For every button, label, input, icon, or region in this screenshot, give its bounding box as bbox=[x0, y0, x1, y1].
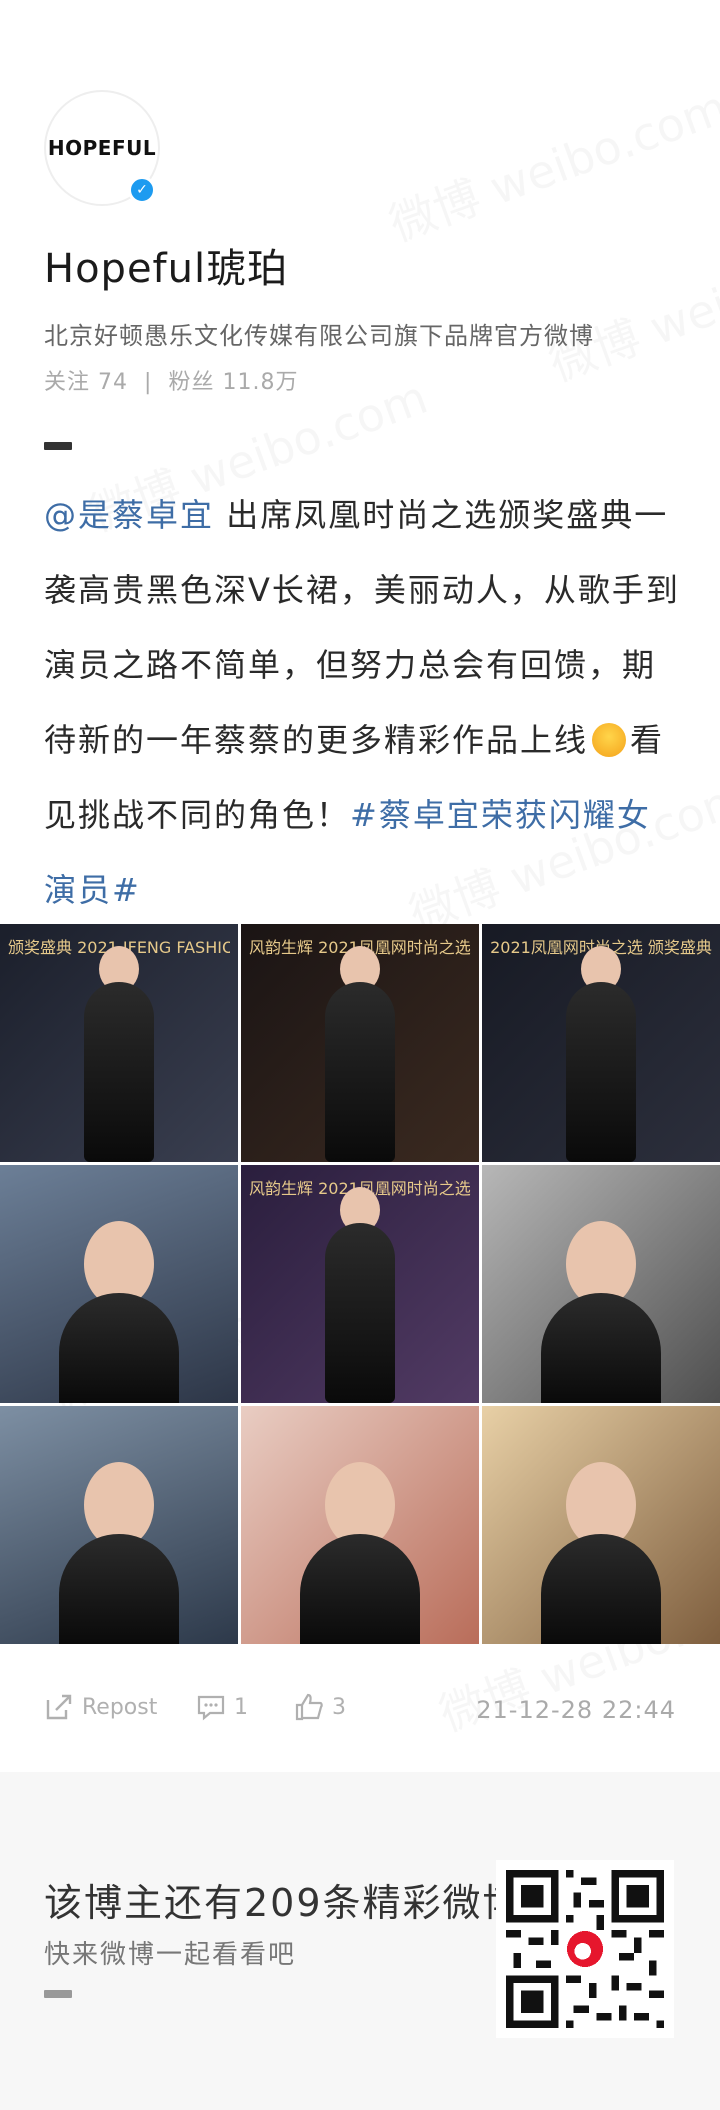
person-figure bbox=[300, 1534, 420, 1644]
followers-count[interactable]: 11.8万 bbox=[222, 370, 298, 395]
photo-thumbnail[interactable] bbox=[0, 1406, 238, 1644]
mention-link[interactable]: @是蔡卓宜 bbox=[44, 496, 214, 534]
post-text: @是蔡卓宜 出席凤凰时尚之选颁奖盛典一袭高贵黑色深V长裙，美丽动人，从歌手到演员… bbox=[44, 478, 684, 928]
comment-button[interactable]: 1 bbox=[196, 1692, 248, 1722]
footer-banner[interactable]: 该博主还有209条精彩微博 快来微博一起看看吧 bbox=[0, 1772, 720, 2110]
footer-divider bbox=[44, 1990, 72, 1998]
photo-thumbnail[interactable] bbox=[241, 1406, 479, 1644]
profile-name[interactable]: Hopeful琥珀 bbox=[44, 236, 288, 294]
person-figure bbox=[325, 982, 395, 1162]
photo-thumbnail[interactable]: 2021凤凰网时尚之选 颁奖盛典 bbox=[482, 924, 720, 1162]
post-actions: Repost 1 3 21-12-28 22:44 bbox=[44, 1692, 676, 1732]
photo-thumbnail[interactable]: 风韵生辉 2021凤凰网时尚之选颁奖盛典 bbox=[241, 1165, 479, 1403]
photo-thumbnail[interactable] bbox=[0, 1165, 238, 1403]
followers-label: 粉丝 bbox=[168, 370, 215, 395]
photo-thumbnail[interactable] bbox=[482, 1406, 720, 1644]
footer-title: 该博主还有209条精彩微博 bbox=[44, 1881, 523, 1925]
person-figure bbox=[541, 1534, 661, 1644]
comment-icon bbox=[197, 1695, 225, 1721]
person-figure bbox=[84, 982, 154, 1162]
comment-count: 1 bbox=[234, 1694, 248, 1720]
like-button[interactable]: 3 bbox=[294, 1692, 346, 1722]
thumbs-up-icon bbox=[295, 1693, 323, 1721]
person-figure bbox=[59, 1534, 179, 1644]
post-timestamp: 21-12-28 22:44 bbox=[476, 1696, 676, 1724]
footer-subtitle: 快来微博一起看看吧 bbox=[44, 1940, 297, 1970]
person-figure bbox=[541, 1293, 661, 1403]
qr-code-icon bbox=[506, 1870, 664, 2028]
repost-label: Repost bbox=[82, 1694, 158, 1720]
following-label: 关注 bbox=[44, 370, 91, 395]
photo-grid: 颁奖盛典 2021 IFENG FASHION CHOICE 风韵生辉 2021… bbox=[0, 924, 720, 1644]
verified-badge-icon: ✓ bbox=[128, 176, 156, 204]
watermark: 微博 weibo.com bbox=[539, 211, 720, 394]
section-divider bbox=[44, 442, 72, 450]
repost-icon bbox=[46, 1694, 72, 1720]
brand-logo: HOPEFUL bbox=[47, 136, 157, 160]
person-figure bbox=[566, 982, 636, 1162]
photo-thumbnail[interactable]: 风韵生辉 2021凤凰网时尚之选颁奖盛典 bbox=[241, 924, 479, 1162]
watermark: 微博 weibo.com bbox=[379, 71, 720, 254]
photo-thumbnail[interactable] bbox=[482, 1165, 720, 1403]
hush-emoji-icon bbox=[592, 723, 627, 757]
person-figure bbox=[325, 1223, 395, 1403]
stats-divider: | bbox=[144, 370, 153, 395]
profile-stats: 关注 74 | 粉丝 11.8万 bbox=[44, 364, 298, 396]
repost-button[interactable]: Repost bbox=[44, 1692, 157, 1722]
profile-bio: 北京好顿愚乐文化传媒有限公司旗下品牌官方微博 bbox=[44, 322, 594, 350]
qr-code[interactable] bbox=[496, 1860, 674, 2038]
following-count[interactable]: 74 bbox=[98, 370, 128, 395]
person-figure bbox=[59, 1293, 179, 1403]
like-count: 3 bbox=[332, 1694, 346, 1720]
photo-thumbnail[interactable]: 颁奖盛典 2021 IFENG FASHION CHOICE bbox=[0, 924, 238, 1162]
post-body: 出席凤凰时尚之选颁奖盛典一袭高贵黑色深V长裙，美丽动人，从歌手到演员之路不简单，… bbox=[44, 496, 680, 759]
